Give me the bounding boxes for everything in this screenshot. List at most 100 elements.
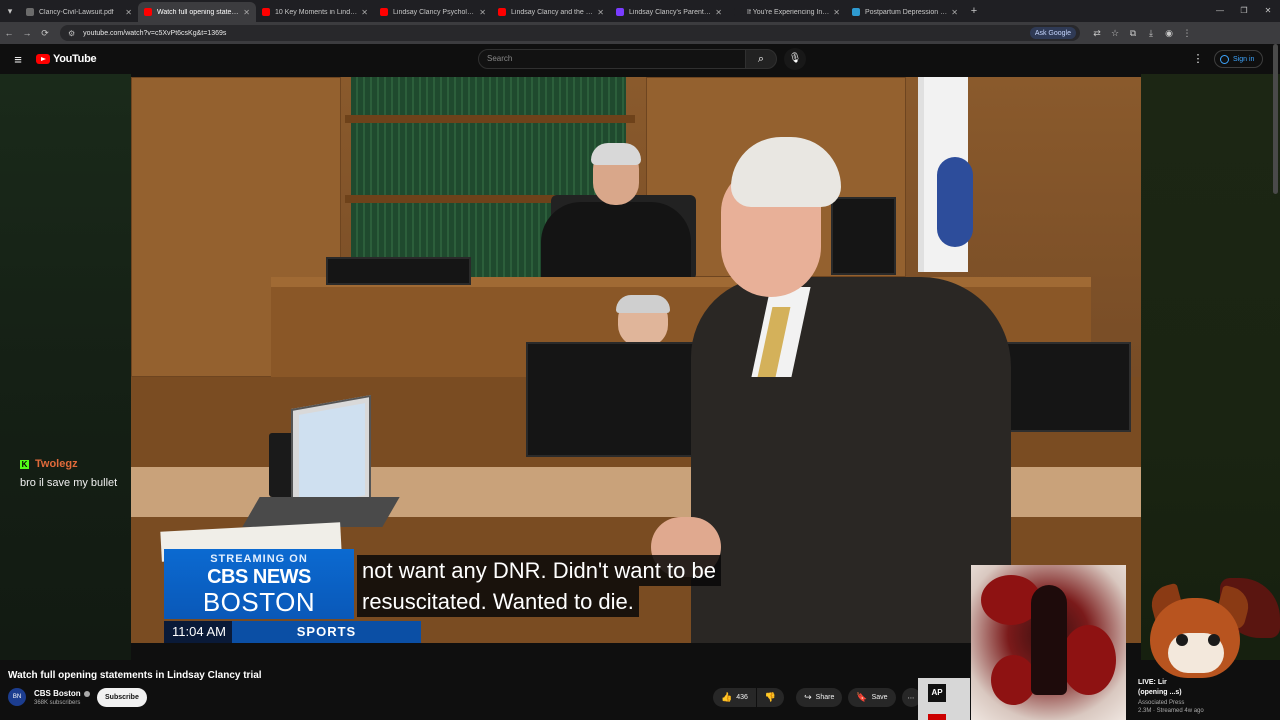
tab-title: Clancy-Civil-Lawsuit.pdf <box>39 8 114 16</box>
restore-icon[interactable]: ❐ <box>1232 0 1256 22</box>
judge-figure <box>531 143 691 282</box>
favicon-icon <box>144 8 152 16</box>
minimize-icon[interactable]: — <box>1208 0 1232 22</box>
back-icon[interactable]: ← <box>0 28 18 38</box>
menu-icon[interactable]: ≡ <box>0 52 36 67</box>
favicon-icon <box>26 8 34 16</box>
ask-google-button[interactable]: Ask Google <box>1029 27 1076 39</box>
attorney-figure <box>651 137 1011 643</box>
extensions-icon[interactable]: ⧉ <box>1124 28 1142 39</box>
close-tab-icon[interactable]: ✕ <box>479 8 486 17</box>
browser-tab[interactable]: If You're Experiencing Intrusive ✕ <box>728 2 846 22</box>
closed-caption: not want any DNR. Didn't want to be resu… <box>357 555 721 617</box>
favicon-icon <box>734 8 742 16</box>
profile-icon[interactable]: ◉ <box>1160 28 1178 39</box>
url-text: youtube.com/watch?v=c5XvPt6csKg&t=1369s <box>83 29 227 37</box>
forward-icon[interactable]: → <box>18 28 36 38</box>
tab-search-icon[interactable]: ▾ <box>0 0 20 22</box>
close-tab-icon[interactable]: ✕ <box>597 8 604 17</box>
browser-menu-icon[interactable]: ⋮ <box>1178 28 1196 39</box>
recommended-meta: 2.3M · Streamed 4w ago <box>1138 708 1204 714</box>
clerk-hair <box>616 295 670 313</box>
close-tab-icon[interactable]: ✕ <box>951 8 958 17</box>
sign-in-button[interactable]: Sign in <box>1214 50 1264 68</box>
tab-title: Lindsay Clancy Psychologist Di <box>393 8 475 16</box>
new-tab-button[interactable]: + <box>964 5 984 17</box>
reload-icon[interactable]: ⟳ <box>36 28 54 39</box>
download-icon[interactable]: ⤓ <box>1142 28 1160 39</box>
save-label: Save <box>871 694 888 701</box>
cbs-news-label: CBS NEWS <box>207 566 311 588</box>
live-badge <box>928 714 946 720</box>
dislike-button[interactable]: 👎 <box>756 688 785 707</box>
site-info-icon[interactable]: ⚙ <box>68 29 75 38</box>
bookmark-star-icon[interactable]: ☆ <box>1106 28 1124 39</box>
video-player[interactable]: STREAMING ON CBS NEWS BOSTON 11:04 AM SP… <box>131 77 1141 643</box>
share-button[interactable]: ↪ Share <box>796 688 843 707</box>
favicon-icon <box>262 8 270 16</box>
search-input[interactable]: Search <box>478 49 746 69</box>
browser-tab[interactable]: 10 Key Moments in Lindsay Cl✕ <box>256 2 374 22</box>
sign-in-label: Sign in <box>1233 55 1255 63</box>
close-window-icon[interactable]: ✕ <box>1256 0 1280 22</box>
more-horizontal-icon: ⋯ <box>907 694 915 702</box>
browser-tab[interactable]: Lindsay Clancy's Parents' $1 Mi ✕ <box>610 2 728 22</box>
laptop-screen <box>299 403 365 507</box>
browser-tab[interactable]: Clancy-Civil-Lawsuit.pdf ✕ <box>20 2 138 22</box>
thumbs-up-icon: 👍 <box>721 692 733 702</box>
youtube-wordmark: YouTube <box>53 53 97 65</box>
translate-icon[interactable]: ⇄ <box>1088 28 1106 39</box>
recommended-title: LIVE: Lir (opening ...s) <box>1138 679 1182 696</box>
chat-username: Twolegz <box>35 458 78 470</box>
browser-tab[interactable]: Postpartum Depression (PPD)✕ <box>846 2 964 22</box>
caption-line-1: not want any DNR. Didn't want to be <box>357 555 721 586</box>
browser-tab[interactable]: Lindsay Clancy Psychologist Di ✕ <box>374 2 492 22</box>
share-label: Share <box>815 694 835 701</box>
close-tab-icon[interactable]: ✕ <box>361 8 368 17</box>
chat-message: K Twolegz bro il save my bullet <box>20 458 117 489</box>
recommended-thumbnail[interactable]: AP <box>918 678 970 720</box>
like-count: 436 <box>736 694 748 701</box>
ap-logo: AP <box>928 684 946 702</box>
browser-tab[interactable]: Watch full opening statements ✕ <box>138 2 256 22</box>
page-scrollbar[interactable] <box>1273 44 1278 194</box>
favicon-icon <box>852 8 860 16</box>
video-title: Watch full opening statements in Lindsay… <box>8 670 262 681</box>
address-bar[interactable]: ⚙ youtube.com/watch?v=c5XvPt6csKg&t=1369… <box>60 25 1080 41</box>
tab-title: 10 Key Moments in Lindsay Cl <box>275 8 358 16</box>
search-icon[interactable]: ⌕ <box>745 49 777 69</box>
video-actions: 👍 436 👎 ↪ Share 🔖 Save ⋯ <box>713 688 927 707</box>
thumbs-down-icon: 👎 <box>764 692 777 702</box>
tab-title: Lindsay Clancy and the Eviden <box>511 8 593 16</box>
close-tab-icon[interactable]: ✕ <box>715 8 722 17</box>
close-tab-icon[interactable]: ✕ <box>125 8 132 17</box>
cbs-boston-logo: STREAMING ON CBS NEWS BOSTON <box>164 549 354 619</box>
more-options-icon[interactable]: ⋮ <box>1192 50 1204 68</box>
close-tab-icon[interactable]: ✕ <box>243 8 250 17</box>
close-tab-icon[interactable]: ✕ <box>833 8 840 17</box>
recommended-channel: Associated Press <box>1138 700 1185 706</box>
favicon-icon <box>380 8 388 16</box>
video-details: Watch full opening statements in Lindsay… <box>0 660 960 720</box>
artwork-overlay <box>971 565 1126 720</box>
kick-icon: K <box>20 459 29 469</box>
segment-label: SPORTS <box>232 621 421 643</box>
save-button[interactable]: 🔖 Save <box>848 688 896 707</box>
lower-third-bar: 11:04 AM SPORTS <box>164 621 421 643</box>
channel-name[interactable]: CBS Boston <box>34 689 81 698</box>
browser-tab[interactable]: Lindsay Clancy and the Eviden ✕ <box>492 2 610 22</box>
chat-text: bro il save my bullet <box>20 477 118 489</box>
subscriber-count: 368K subscribers <box>34 700 81 706</box>
favicon-icon <box>498 8 506 16</box>
youtube-play-icon <box>36 54 50 64</box>
microphone-icon[interactable]: 🎙 <box>784 48 806 70</box>
recommended-item[interactable]: LIVE: Lir (opening ...s) Associated Pres… <box>1138 678 1238 714</box>
streaming-on-label: STREAMING ON <box>210 553 308 565</box>
channel-avatar[interactable]: BN <box>8 688 26 706</box>
shelf <box>345 115 635 123</box>
youtube-logo[interactable]: YouTube <box>36 53 97 65</box>
verified-icon <box>83 690 90 697</box>
tab-title: Postpartum Depression (PPD) <box>865 8 948 16</box>
subscribe-button[interactable]: Subscribe <box>97 688 147 707</box>
like-button[interactable]: 👍 436 <box>713 688 756 707</box>
